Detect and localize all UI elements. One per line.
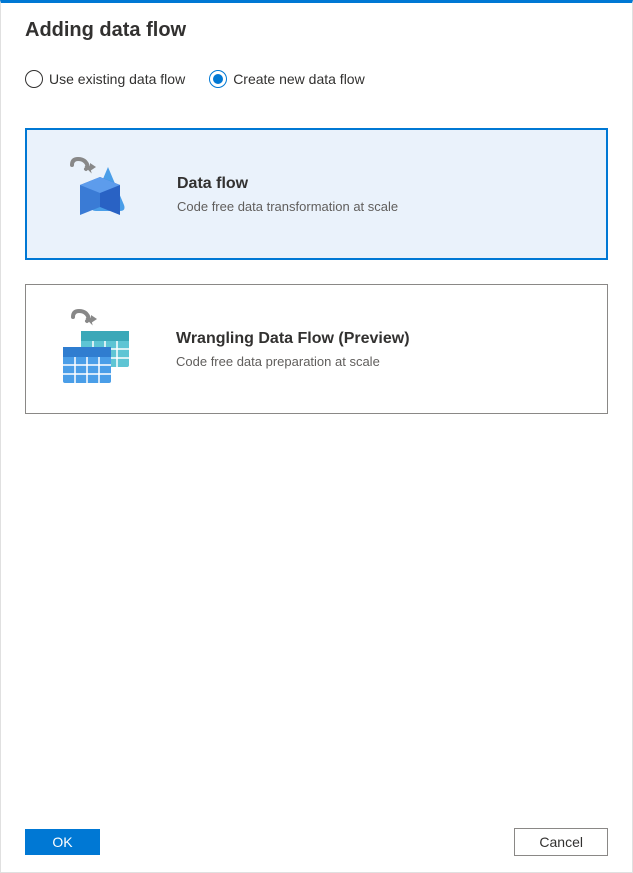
card-description-data-flow: Code free data transformation at scale <box>177 199 586 214</box>
radio-dot-icon <box>213 74 223 84</box>
ok-button[interactable]: OK <box>25 829 100 855</box>
cancel-button[interactable]: Cancel <box>514 828 608 856</box>
radio-create-new[interactable]: Create new data flow <box>209 70 365 88</box>
data-flow-icon <box>47 154 147 234</box>
wrangling-icon <box>46 309 146 389</box>
dialog-footer: OK Cancel <box>1 812 632 872</box>
card-data-flow[interactable]: Data flow Code free data transformation … <box>25 128 608 260</box>
radio-label-existing: Use existing data flow <box>49 71 185 87</box>
radio-circle-icon <box>25 70 43 88</box>
card-title-data-flow: Data flow <box>177 175 586 193</box>
card-wrangling[interactable]: Wrangling Data Flow (Preview) Code free … <box>25 284 608 414</box>
radio-use-existing[interactable]: Use existing data flow <box>25 70 185 88</box>
flow-type-radio-group: Use existing data flow Create new data f… <box>25 70 608 88</box>
radio-label-create: Create new data flow <box>233 71 365 87</box>
card-description-wrangling: Code free data preparation at scale <box>176 354 587 369</box>
card-content: Wrangling Data Flow (Preview) Code free … <box>176 330 587 369</box>
radio-circle-selected-icon <box>209 70 227 88</box>
card-content: Data flow Code free data transformation … <box>177 175 586 214</box>
card-title-wrangling: Wrangling Data Flow (Preview) <box>176 330 587 348</box>
dialog-title: Adding data flow <box>25 19 608 42</box>
